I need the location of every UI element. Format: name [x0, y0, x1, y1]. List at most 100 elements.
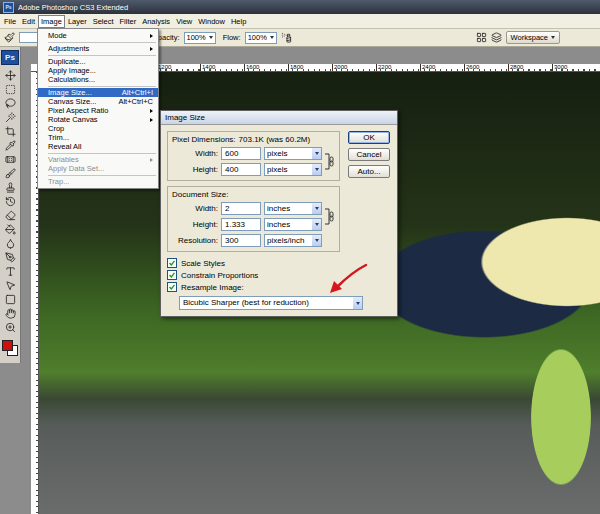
menu-item[interactable]: Pixel Aspect Ratio — [38, 106, 158, 115]
marquee-tool-icon[interactable] — [5, 84, 16, 95]
history-brush-tool-icon[interactable] — [5, 196, 16, 207]
group-legend: Pixel Dimensions:703.1K (was 60.2M) — [172, 135, 335, 144]
menu-item[interactable]: Mode — [38, 31, 158, 40]
menu-item[interactable]: Variables — [38, 155, 158, 164]
menu-bar-item[interactable]: Analysis — [139, 15, 173, 28]
menu-bar-item[interactable]: Filter — [117, 15, 140, 28]
paint-bucket-tool-icon[interactable] — [5, 224, 16, 235]
app-logo-icon: Ps — [3, 2, 14, 13]
menu-bar-item[interactable]: Layer — [65, 15, 90, 28]
checkbox-row[interactable]: Resample Image: — [167, 282, 391, 292]
menu-item[interactable]: Duplicate... — [38, 57, 158, 66]
path-selection-tool-icon[interactable] — [5, 280, 16, 291]
dropdown-arrow-icon[interactable] — [312, 203, 321, 214]
healing-brush-tool-icon[interactable] — [5, 154, 16, 165]
palette-well-icon[interactable] — [476, 32, 487, 43]
check-mark-icon — [169, 260, 175, 266]
magic-wand-tool-icon[interactable] — [5, 112, 16, 123]
clone-stamp-tool-icon[interactable] — [5, 182, 16, 193]
lasso-tool-icon[interactable] — [5, 98, 16, 109]
menu-bar-item[interactable]: Select — [90, 15, 117, 28]
dialog-button[interactable]: Auto... — [348, 165, 390, 178]
menu-item[interactable]: Apply Data Set... — [38, 164, 158, 173]
value-input[interactable]: 400 — [221, 163, 261, 176]
menu-item[interactable]: Trim... — [38, 133, 158, 142]
dropdown-arrow-icon[interactable] — [209, 36, 213, 39]
document-size-group: Document Size:Width:2inchesHeight:1.333i… — [167, 186, 340, 252]
eyedropper-tool-icon[interactable] — [5, 140, 16, 151]
menu-item[interactable]: Reveal All — [38, 142, 158, 151]
unit-select[interactable]: pixels — [264, 163, 322, 176]
value-input[interactable]: 2 — [221, 202, 261, 215]
menu-separator — [48, 175, 156, 176]
image-menu: Mode Adjustments Duplicate...Apply Image..… — [37, 28, 159, 189]
ruler-tick: 3000 — [552, 64, 596, 71]
pen-tool-icon[interactable] — [5, 252, 16, 263]
menu-bar-item[interactable]: File — [1, 15, 19, 28]
checkbox[interactable] — [167, 258, 177, 268]
ruler-tick: 2400 — [420, 64, 464, 71]
menu-bar-item[interactable]: Window — [195, 15, 228, 28]
dropdown-arrow-icon[interactable] — [353, 297, 362, 309]
check-mark-icon — [169, 272, 175, 278]
move-tool-icon[interactable] — [5, 70, 16, 81]
ruler-tick: 1200 — [156, 64, 200, 71]
menu-item[interactable]: Crop — [38, 124, 158, 133]
menu-bar-item[interactable]: Image — [38, 15, 65, 28]
dialog-button[interactable]: Cancel — [348, 148, 390, 161]
dropdown-arrow-icon[interactable] — [312, 219, 321, 230]
resample-method-select[interactable]: Bicubic Sharper (best for reduction) — [179, 296, 363, 310]
menu-bar-item[interactable]: View — [173, 15, 195, 28]
color-swatches[interactable] — [2, 340, 18, 355]
brush-tool-icon[interactable] — [5, 168, 16, 179]
unit-select[interactable]: inches — [264, 218, 322, 231]
dropdown-arrow-icon[interactable] — [270, 36, 274, 39]
hand-tool-icon[interactable] — [5, 308, 16, 319]
blur-tool-icon[interactable] — [5, 238, 16, 249]
opacity-field[interactable]: 100% — [184, 32, 216, 44]
value-input[interactable]: 1.333 — [221, 218, 261, 231]
menu-bar: FileEditImageLayerSelectFilterAnalysisVi… — [0, 14, 600, 29]
ruler-tick: 2800 — [508, 64, 552, 71]
field-grid: Width:600pixelsHeight:400pixels — [172, 147, 335, 176]
flow-field[interactable]: 100% — [245, 32, 277, 44]
foreground-color-swatch[interactable] — [2, 340, 13, 351]
dialog-button[interactable]: OK — [348, 131, 390, 144]
menu-separator — [48, 42, 156, 43]
checkbox-row[interactable]: Scale Styles — [167, 258, 391, 268]
layers-icon[interactable] — [491, 32, 502, 43]
dropdown-arrow-icon[interactable] — [312, 164, 321, 175]
menu-bar-item[interactable]: Help — [228, 15, 249, 28]
unit-select[interactable]: pixels — [264, 147, 322, 160]
menu-item[interactable]: Image Size...Alt+Ctrl+I — [38, 88, 158, 97]
type-tool-icon[interactable] — [5, 266, 16, 277]
workspace-button[interactable]: Workspace — [506, 31, 560, 44]
submenu-arrow-icon — [150, 158, 153, 162]
menu-item[interactable]: Calculations... — [38, 75, 158, 84]
zoom-tool-icon[interactable] — [5, 322, 16, 333]
image-size-dialog: Image SizePixel Dimensions:703.1K (was 6… — [160, 110, 398, 317]
dropdown-arrow-icon[interactable] — [312, 148, 321, 159]
value-input[interactable]: 600 — [221, 147, 261, 160]
unit-select[interactable]: inches — [264, 202, 322, 215]
field-label: Height: — [172, 220, 218, 229]
value-input[interactable]: 300 — [221, 234, 261, 247]
shape-tool-icon[interactable] — [5, 294, 16, 305]
dropdown-arrow-icon[interactable] — [312, 235, 321, 246]
menu-item[interactable]: Apply Image... — [38, 66, 158, 75]
menu-item[interactable]: Canvas Size...Alt+Ctrl+C — [38, 97, 158, 106]
menu-item[interactable]: Trap... — [38, 177, 158, 186]
checkbox[interactable] — [167, 270, 177, 280]
crop-tool-icon[interactable] — [5, 126, 16, 137]
checkbox[interactable] — [167, 282, 177, 292]
menu-separator — [48, 55, 156, 56]
menu-item[interactable]: Rotate Canvas — [38, 115, 158, 124]
dropdown-arrow-icon[interactable] — [551, 36, 555, 39]
brush-icon[interactable] — [4, 32, 15, 43]
eraser-tool-icon[interactable] — [5, 210, 16, 221]
unit-select[interactable]: pixels/inch — [264, 234, 322, 247]
ruler-tick: 1800 — [288, 64, 332, 71]
menu-bar-item[interactable]: Edit — [19, 15, 38, 28]
menu-item[interactable]: Adjustments — [38, 44, 158, 53]
airbrush-icon[interactable] — [281, 32, 292, 43]
